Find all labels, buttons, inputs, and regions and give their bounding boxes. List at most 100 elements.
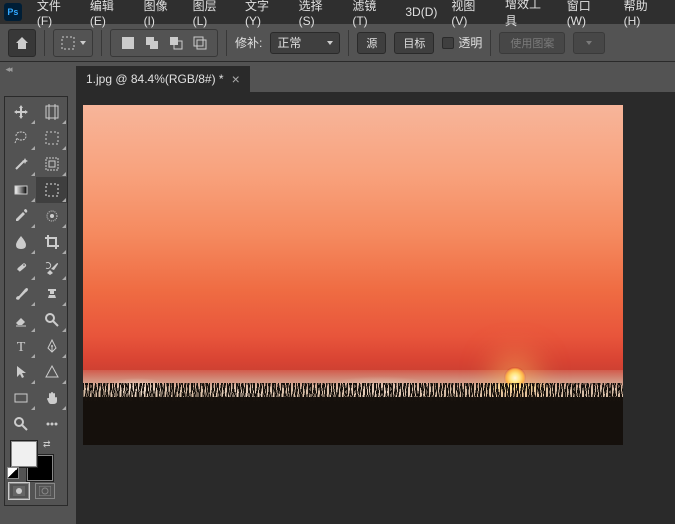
separator — [226, 30, 227, 56]
lasso-icon — [13, 130, 29, 146]
frame-tool[interactable] — [36, 151, 67, 177]
lasso-tool[interactable] — [5, 125, 36, 151]
dock-collapse-grip[interactable]: ◂◂ — [0, 64, 16, 74]
selection-subtract-button[interactable] — [165, 32, 187, 54]
menu-select[interactable]: 选择(S) — [292, 0, 346, 31]
move-tool[interactable] — [5, 99, 36, 125]
path-select-icon — [13, 364, 29, 380]
patch-selected-icon — [44, 182, 60, 198]
menu-type[interactable]: 文字(Y) — [238, 0, 292, 31]
selection-add-button[interactable] — [141, 32, 163, 54]
selection-intersect-button[interactable] — [189, 32, 211, 54]
swap-colors-icon[interactable]: ⇄ — [43, 439, 51, 450]
canvas-area[interactable] — [76, 92, 675, 524]
dodge-tool[interactable] — [36, 307, 67, 333]
hand-tool[interactable] — [36, 385, 67, 411]
chevron-down-icon — [80, 41, 86, 45]
quick-select-tool[interactable] — [36, 203, 67, 229]
menu-plugins[interactable]: 增效工具 — [498, 0, 560, 32]
edit-toolbar-button[interactable] — [36, 411, 67, 437]
separator — [490, 30, 491, 56]
patch-mode-value: 正常 — [277, 34, 301, 51]
hand-icon — [44, 390, 60, 406]
marquee-icon — [44, 130, 60, 146]
text-tool[interactable]: T — [5, 333, 36, 359]
mask-mode-group — [5, 479, 67, 503]
image-grass — [83, 397, 623, 445]
brush-tool[interactable] — [5, 281, 36, 307]
standard-mode-button[interactable] — [9, 483, 29, 499]
selection-add-icon — [145, 36, 159, 50]
source-button[interactable]: 源 — [357, 32, 386, 54]
zoom-tool[interactable] — [5, 411, 36, 437]
separator — [348, 30, 349, 56]
quick-select-icon — [44, 208, 60, 224]
menu-filter[interactable]: 滤镜(T) — [345, 0, 398, 31]
rectangle-tool[interactable] — [5, 385, 36, 411]
history-brush-tool[interactable] — [36, 255, 67, 281]
eyedropper-tool[interactable] — [5, 203, 36, 229]
menu-view[interactable]: 视图(V) — [444, 0, 498, 31]
menu-bar: Ps 文件(F) 编辑(E) 图像(I) 图层(L) 文字(Y) 选择(S) 滤… — [0, 0, 675, 24]
dodge-icon — [44, 312, 60, 328]
chevron-down-icon — [586, 41, 592, 45]
zoom-icon — [13, 416, 29, 432]
pattern-picker — [573, 32, 605, 54]
patch-tool-icon — [60, 35, 76, 51]
history-brush-icon — [44, 260, 60, 276]
menu-edit[interactable]: 编辑(E) — [83, 0, 137, 31]
target-button[interactable]: 目标 — [394, 32, 434, 54]
separator — [44, 30, 45, 56]
selection-new-button[interactable] — [117, 32, 139, 54]
close-icon[interactable]: × — [232, 71, 240, 87]
pen-icon — [44, 338, 60, 354]
marquee-tool[interactable] — [36, 125, 67, 151]
transparent-checkbox[interactable] — [442, 37, 454, 49]
eraser-icon — [13, 312, 29, 328]
gradient-tool[interactable] — [5, 177, 36, 203]
home-icon — [14, 35, 30, 51]
selection-mode-group — [110, 29, 218, 57]
transparent-option[interactable]: 透明 — [442, 34, 482, 51]
rectangle-icon — [13, 390, 29, 406]
tool-preset-group[interactable] — [53, 29, 93, 57]
patch-mode-select[interactable]: 正常 — [270, 32, 340, 54]
clone-stamp-tool[interactable] — [36, 281, 67, 307]
move-icon — [13, 104, 29, 120]
document-tab-title: 1.jpg @ 84.4%(RGB/8#) * — [86, 72, 224, 86]
path-select-tool[interactable] — [5, 359, 36, 385]
shape-tool[interactable] — [36, 359, 67, 385]
gradient-icon — [13, 182, 29, 198]
more-icon — [44, 416, 60, 432]
quickmask-mode-icon — [39, 486, 51, 496]
default-colors-icon[interactable] — [7, 467, 19, 479]
foreground-color-swatch[interactable] — [11, 441, 37, 467]
artboard-tool[interactable] — [36, 99, 67, 125]
blur-tool[interactable] — [5, 229, 36, 255]
document-tab[interactable]: 1.jpg @ 84.4%(RGB/8#) * × — [76, 66, 250, 92]
home-button[interactable] — [8, 29, 36, 57]
color-swatches: ⇄ — [5, 437, 67, 479]
patch-tool[interactable] — [36, 177, 67, 203]
menu-layer[interactable]: 图层(L) — [186, 0, 238, 31]
selection-new-icon — [121, 36, 135, 50]
eraser-tool[interactable] — [5, 307, 36, 333]
menu-image[interactable]: 图像(I) — [137, 0, 186, 31]
standard-mode-icon — [13, 486, 25, 496]
pen-tool[interactable] — [36, 333, 67, 359]
frame-icon — [44, 156, 60, 172]
patch-label: 修补: — [235, 34, 262, 51]
quickmask-mode-button[interactable] — [35, 483, 55, 499]
selection-subtract-icon — [169, 36, 183, 50]
menu-window[interactable]: 窗口(W) — [560, 0, 617, 31]
menu-file[interactable]: 文件(F) — [30, 0, 83, 31]
magic-wand-tool[interactable] — [5, 151, 36, 177]
menu-help[interactable]: 帮助(H) — [617, 0, 671, 31]
menu-3d[interactable]: 3D(D) — [398, 2, 444, 22]
crop-tool[interactable] — [36, 229, 67, 255]
brush-icon — [13, 286, 29, 302]
artboard-icon — [44, 104, 60, 120]
document-canvas[interactable] — [83, 105, 623, 445]
healing-tool[interactable] — [5, 255, 36, 281]
separator — [101, 30, 102, 56]
